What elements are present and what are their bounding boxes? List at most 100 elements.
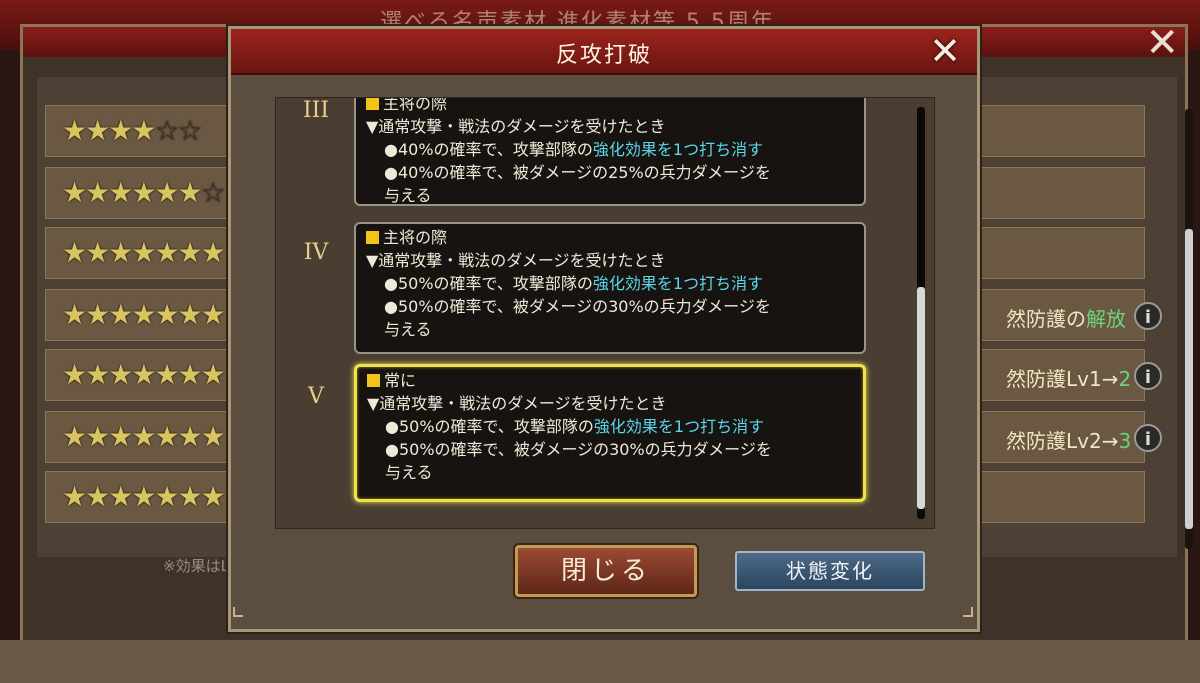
star-icon: ★	[177, 480, 203, 513]
star-icon: ★	[62, 114, 87, 147]
state-change-button[interactable]: 状態変化	[735, 551, 925, 591]
dialog-title: 反攻打破	[555, 43, 652, 68]
star-rating: ★★★★★★★	[62, 420, 226, 453]
star-icon: ★	[85, 420, 110, 453]
star-icon: ★	[131, 236, 156, 269]
star-icon: ★	[108, 480, 133, 513]
tier-effect-1: ●50%の確率で、攻撃部隊の強化効果を1つ打ち消す	[385, 417, 765, 436]
star-icon: ★	[154, 358, 179, 391]
star-icon: ★	[131, 176, 156, 209]
star-icon: ★	[131, 298, 156, 331]
square-icon	[366, 98, 379, 110]
star-icon: ★	[62, 480, 87, 513]
star-icon: ★	[177, 176, 203, 209]
star-icon: ★	[200, 358, 226, 391]
star-rating: ★★★★★★★	[62, 298, 226, 331]
star-icon: ★	[62, 176, 87, 209]
background-scrollbar-thumb[interactable]	[1185, 229, 1193, 529]
tier-effect-2: ●50%の確率で、被ダメージの30%の兵力ダメージを	[385, 440, 772, 459]
star-rating: ★★★★☆☆	[62, 114, 203, 147]
corner-ornament	[233, 607, 243, 617]
star-icon: ★	[108, 236, 133, 269]
star-icon: ★	[154, 176, 179, 209]
dialog-header: 反攻打破 ✕	[231, 29, 977, 75]
star-icon: ★	[154, 236, 179, 269]
star-icon: ★	[108, 298, 133, 331]
tier-numeral: III	[302, 98, 330, 123]
info-icon[interactable]: i	[1134, 302, 1162, 330]
tier-numeral: IV	[303, 240, 329, 265]
star-icon: ★	[200, 236, 226, 269]
tier-trigger: ▼通常攻撃・戦法のダメージを受けたとき	[366, 117, 666, 136]
star-icon: ★	[177, 358, 203, 391]
square-icon	[366, 231, 379, 244]
tier-condition: 主将の際	[366, 98, 854, 115]
star-icon: ★	[131, 114, 156, 147]
star-empty-icon: ☆	[177, 114, 203, 147]
background-scrollbar[interactable]	[1185, 109, 1193, 549]
tier-effect-2: ●40%の確率で、被ダメージの25%の兵力ダメージを	[384, 163, 771, 182]
star-icon: ★	[131, 420, 156, 453]
star-icon: ★	[62, 420, 87, 453]
star-icon: ★	[177, 420, 203, 453]
star-icon: ★	[154, 420, 179, 453]
star-icon: ★	[85, 236, 110, 269]
background-note: ※効果はLv	[163, 557, 238, 575]
star-icon: ★	[108, 176, 133, 209]
star-icon: ★	[85, 358, 110, 391]
star-icon: ★	[131, 480, 156, 513]
star-icon: ★	[108, 114, 133, 147]
star-icon: ★	[62, 358, 87, 391]
background-bottom-bar	[0, 640, 1200, 683]
star-icon: ★	[108, 420, 133, 453]
tier-card-4: 主将の際 ▼通常攻撃・戦法のダメージを受けたとき ●50%の確率で、攻撃部隊の強…	[354, 222, 866, 354]
dialog-scrollbar-thumb[interactable]	[917, 287, 925, 509]
tier-card-3: 主将の際 ▼通常攻撃・戦法のダメージを受けたとき ●40%の確率で、攻撃部隊の強…	[354, 98, 866, 206]
tier-condition: 常に	[367, 369, 853, 392]
star-icon: ★	[154, 298, 179, 331]
tier-effect-1: ●50%の確率で、攻撃部隊の強化効果を1つ打ち消す	[384, 274, 764, 293]
star-icon: ★	[62, 298, 87, 331]
star-icon: ★	[200, 480, 226, 513]
dialog-scrollbar[interactable]	[917, 107, 925, 519]
star-icon: ★	[200, 420, 226, 453]
tier-condition: 主将の際	[366, 226, 854, 249]
star-icon: ★	[85, 298, 110, 331]
star-icon: ★	[85, 480, 110, 513]
tier-trigger: ▼通常攻撃・戦法のダメージを受けたとき	[366, 251, 666, 270]
tier-effect-2: ●50%の確率で、被ダメージの30%の兵力ダメージを	[384, 297, 771, 316]
star-icon: ★	[85, 114, 110, 147]
star-rating: ★★★★★★★	[62, 236, 226, 269]
close-icon[interactable]: ✕	[923, 29, 967, 73]
tier-trigger: ▼通常攻撃・戦法のダメージを受けたとき	[367, 394, 667, 413]
corner-ornament	[963, 607, 973, 617]
star-icon: ★	[177, 298, 203, 331]
close-button[interactable]: 閉じる	[515, 545, 697, 597]
star-icon: ★	[85, 176, 110, 209]
tier-numeral: V	[308, 384, 324, 409]
tier-effect-1: ●40%の確率で、攻撃部隊の強化効果を1つ打ち消す	[384, 140, 764, 159]
star-rating: ★★★★★★★	[62, 358, 226, 391]
star-icon: ★	[131, 358, 156, 391]
star-icon: ★	[108, 358, 133, 391]
row-effect-text: 然防護の解放	[1006, 307, 1126, 331]
star-icon: ★	[62, 236, 87, 269]
background-close-icon[interactable]: ✕	[1145, 23, 1179, 63]
star-rating: ★★★★★★☆	[62, 176, 226, 209]
tier-effect-2-cont: 与える	[384, 320, 432, 339]
square-icon	[367, 374, 380, 387]
tier-effect-2-cont: 与える	[385, 463, 433, 482]
tier-list[interactable]: III 主将の際 ▼通常攻撃・戦法のダメージを受けたとき ●40%の確率で、攻撃…	[275, 97, 935, 529]
row-effect-text: 然防護Lv1→2	[1006, 367, 1132, 391]
row-effect-text: 然防護Lv2→3	[1006, 429, 1132, 453]
tier-card-5-active: 常に ▼通常攻撃・戦法のダメージを受けたとき ●50%の確率で、攻撃部隊の強化効…	[354, 364, 866, 502]
star-icon: ★	[177, 236, 203, 269]
star-empty-icon: ☆	[154, 114, 179, 147]
tier-effect-2-cont: 与える	[384, 186, 432, 205]
star-rating: ★★★★★★★	[62, 480, 226, 513]
info-icon[interactable]: i	[1134, 362, 1162, 390]
info-icon[interactable]: i	[1134, 424, 1162, 452]
star-empty-icon: ☆	[200, 176, 226, 209]
skill-detail-dialog: 反攻打破 ✕ III 主将の際 ▼通常攻撃・戦法のダメージを受けたとき ●40%…	[228, 26, 980, 632]
star-icon: ★	[154, 480, 179, 513]
